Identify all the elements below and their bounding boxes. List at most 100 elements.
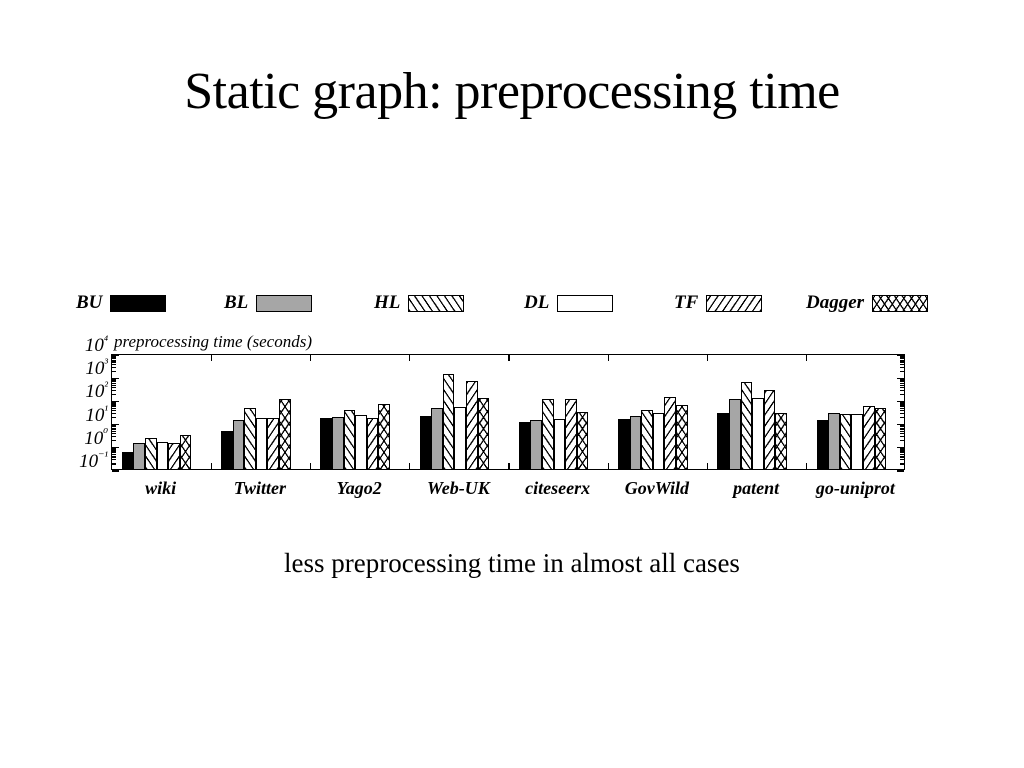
x-axis-label-yago2: Yago2 [336,478,382,498]
y-axis-caption: preprocessing time (seconds) [114,332,312,351]
bar-hl-go-uniprot [839,413,852,470]
bar-dl-wiki [156,442,169,470]
bar-bl-web-uk [431,408,443,470]
legend-label: DL [524,292,550,313]
y-axis-tick-label: 10⁴ [84,332,108,357]
bar-tf-patent [763,390,776,470]
legend-swatch-icon [408,294,465,312]
slide-caption: less preprocessing time in almost all ca… [284,548,740,578]
x-axis-label-go-uniprot: go-uniprot [815,478,895,498]
bar-dagger-web-uk [477,397,490,470]
bar-bl-patent [728,399,741,470]
bar-bu-web-uk [419,415,432,470]
chart-figure: BU BL HL DL TF Dagger preprocessing time (sec… [52,290,932,530]
bar-dagger-wiki [179,434,192,470]
bar-bl-twitter [232,419,245,470]
bar-group-twitter [221,354,291,470]
bar-bu-govwild [618,418,630,470]
legend-swatch-icon [872,294,929,312]
bar-hl-yago2 [343,409,356,470]
bar-hl-web-uk [442,373,455,470]
x-axis-label-wiki: wiki [145,478,177,498]
bar-hl-govwild [641,409,653,470]
x-axis-label-govwild: GovWild [624,478,690,498]
bar-dl-go-uniprot [851,413,863,470]
bar-dl-web-uk [454,407,466,470]
bar-bu-yago2 [320,417,332,470]
y-axis-tick-label: 10⁻¹ [79,448,108,473]
legend-label: TF [674,292,699,313]
y-axis-tick-labels: 10⁴ 10³ 10² 10¹ 10⁰ 10⁻¹ [52,334,108,471]
bar-bu-wiki [121,451,134,470]
legend-label: HL [374,292,401,313]
legend-entry-bl: BL [224,290,313,316]
bar-dagger-go-uniprot [874,408,887,470]
bar-dagger-govwild [676,404,688,470]
x-axis-label-citeseerx: citeseerx [525,478,591,498]
bar-group-go-uniprot [816,354,887,470]
bar-bu-citeseerx [518,421,531,470]
bar-group-web-uk [419,354,490,470]
bar-tf-govwild [664,397,677,470]
bar-dagger-yago2 [378,404,390,470]
bar-group-yago2 [320,354,390,470]
legend-entry-dagger: Dagger [806,290,929,316]
bar-dl-twitter [255,417,268,470]
bar-dagger-patent [775,413,787,470]
x-axis-label-twitter: Twitter [233,478,287,498]
axis-tick-major [897,470,904,472]
slide-root: Static graph: preprocessing time BU BL HL D… [0,0,1024,768]
legend-label: BU [76,292,103,313]
x-axis-label-web-uk: Web-UK [427,478,490,498]
bars-layer [111,354,905,470]
plot-wrapper: preprocessing time (seconds) 10⁴ 10³ 10² 10… [52,332,932,532]
bar-hl-wiki [145,438,157,470]
legend-swatch-icon [706,294,763,312]
bar-tf-go-uniprot [862,406,875,470]
bar-bl-yago2 [331,416,344,470]
axis-tick-major [112,470,119,472]
x-axis-label-patent: patent [733,478,780,498]
x-axis-tick-labels: wiki Twitter Yago2 Web-UK citeseerx GovWild pa… [111,478,905,504]
legend-label: Dagger [806,292,865,313]
bar-hl-patent [740,382,753,470]
legend-label: BL [224,292,249,313]
bar-bu-go-uniprot [816,419,829,470]
bar-tf-wiki [168,443,180,470]
bar-tf-web-uk [465,380,478,470]
bar-group-wiki [121,354,192,470]
bar-group-patent [717,354,787,470]
legend-entry-hl: HL [374,290,465,316]
bar-dagger-twitter [279,399,291,470]
y-axis-tick-label: 10¹ [85,402,108,426]
legend-swatch-icon [557,294,614,312]
legend-entry-bu: BU [76,290,167,316]
y-axis-tick-label: 10⁰ [84,425,108,449]
bar-dl-patent [752,397,764,470]
bar-hl-twitter [244,408,256,470]
legend-entry-tf: TF [674,290,763,316]
bar-group-govwild [618,354,688,470]
bar-dl-govwild [652,412,665,470]
bar-bu-patent [717,412,729,470]
chart-legend: BU BL HL DL TF Dagger [76,290,956,320]
bar-group-citeseerx [518,354,589,470]
legend-swatch-icon [110,294,167,312]
bar-dl-citeseerx [553,418,566,470]
bar-bl-wiki [133,443,145,470]
bar-dl-yago2 [355,414,367,470]
y-axis-tick-label: 10³ [85,355,108,380]
bar-tf-yago2 [366,417,379,470]
bar-dagger-citeseerx [576,411,589,470]
bar-bl-citeseerx [530,420,542,470]
legend-entry-dl: DL [524,290,614,316]
bar-bu-twitter [221,430,233,470]
bar-tf-twitter [267,418,280,470]
bar-bl-govwild [629,415,642,470]
legend-swatch-icon [256,294,313,312]
bar-bl-go-uniprot [828,412,840,470]
bar-tf-citeseerx [565,399,577,470]
y-axis-tick-label: 10² [85,379,108,403]
page-title: Static graph: preprocessing time [184,63,840,120]
bar-hl-citeseerx [542,399,554,470]
